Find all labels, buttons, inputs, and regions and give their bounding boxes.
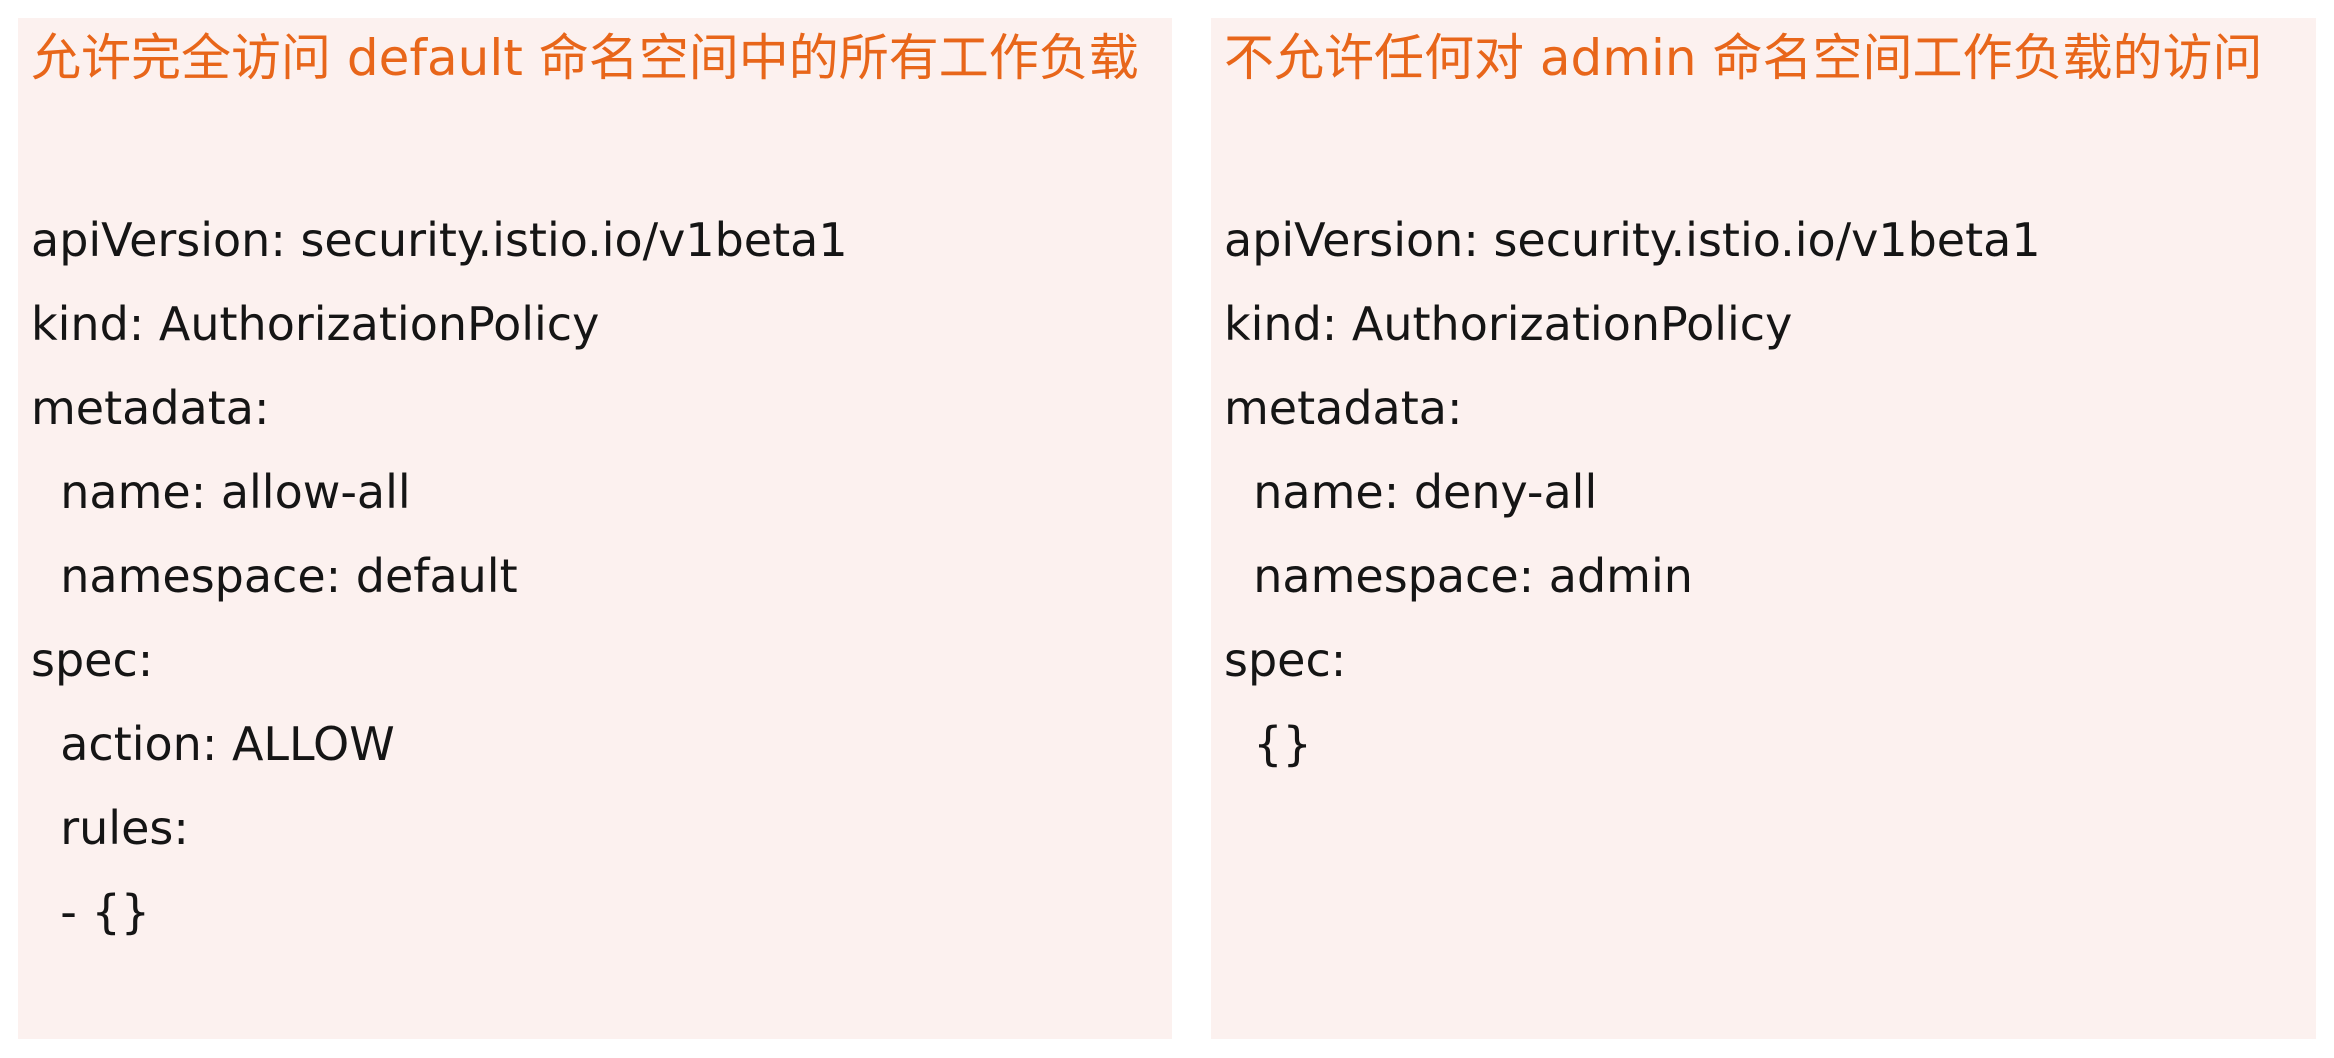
code-line-namespace: namespace: admin	[1224, 549, 1693, 603]
code-line-action: action: ALLOW	[31, 717, 395, 771]
allow-all-policy-panel: 允许完全访问 default 命名空间中的所有工作负载 apiVersion: …	[18, 18, 1172, 1039]
code-line-spec: spec:	[1224, 633, 1347, 687]
code-line-name: name: allow-all	[31, 465, 411, 519]
code-line-name: name: deny-all	[1224, 465, 1598, 519]
code-line-spec-body: {}	[1224, 717, 1312, 771]
panel-title: 允许完全访问 default 命名空间中的所有工作负载	[31, 29, 1139, 87]
policy-yaml-block: apiVersion: security.istio.io/v1beta1 ki…	[31, 198, 848, 954]
code-line-rule-item: - {}	[31, 885, 150, 939]
code-line-metadata: metadata:	[1224, 381, 1463, 435]
panel-title: 不允许任何对 admin 命名空间工作负载的访问	[1224, 29, 2263, 87]
code-line-api-version: apiVersion: security.istio.io/v1beta1	[31, 213, 848, 267]
code-line-rules: rules:	[31, 801, 189, 855]
code-line-metadata: metadata:	[31, 381, 270, 435]
policy-yaml-block: apiVersion: security.istio.io/v1beta1 ki…	[1224, 198, 2041, 786]
deny-all-policy-panel: 不允许任何对 admin 命名空间工作负载的访问 apiVersion: sec…	[1211, 18, 2316, 1039]
code-line-namespace: namespace: default	[31, 549, 518, 603]
code-line-kind: kind: AuthorizationPolicy	[31, 297, 600, 351]
code-line-kind: kind: AuthorizationPolicy	[1224, 297, 1793, 351]
code-line-spec: spec:	[31, 633, 154, 687]
code-line-api-version: apiVersion: security.istio.io/v1beta1	[1224, 213, 2041, 267]
